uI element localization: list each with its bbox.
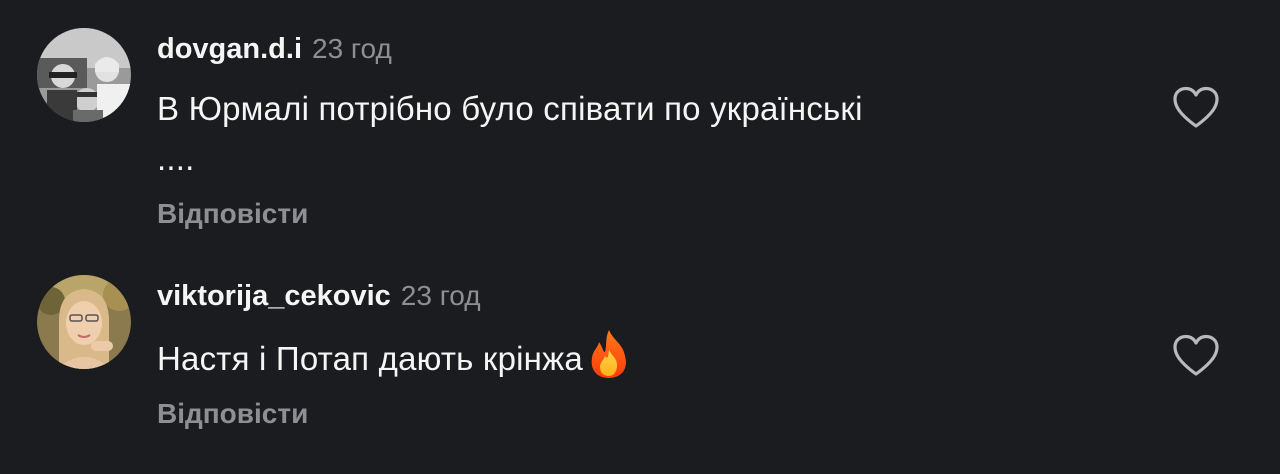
avatar-photo-woman — [37, 275, 131, 369]
like-button[interactable] — [1172, 334, 1220, 378]
avatar-photo-group — [37, 28, 131, 122]
comment-text-line: .... — [157, 140, 195, 177]
reply-button[interactable]: Відповісти — [157, 198, 308, 230]
heart-outline-icon — [1173, 86, 1219, 128]
comment-timestamp: 23 год — [400, 280, 481, 311]
username-link[interactable]: viktorija_cekovic — [157, 280, 391, 312]
fire-icon — [591, 330, 626, 378]
comment-text-line: Настя і Потап дають крінжа — [157, 340, 583, 377]
comments-list: dovgan.d.i 23 год В Юрмалі потрібно було … — [0, 0, 1280, 474]
comment-timestamp: 23 год — [312, 33, 392, 64]
username-link[interactable]: dovgan.d.i — [157, 33, 302, 65]
like-button[interactable] — [1172, 86, 1220, 130]
comment-text: В Юрмалі потрібно було співати по україн… — [157, 80, 1127, 188]
reply-button[interactable]: Відповісти — [157, 398, 308, 430]
avatar[interactable] — [37, 28, 131, 122]
comment-item: viktorija_cekovic 23 год Настя і Потап да… — [0, 250, 1280, 474]
heart-outline-icon — [1173, 334, 1219, 376]
comment-text: Настя і Потап дають крінжа — [157, 328, 1127, 388]
comment-meta: viktorija_cekovic 23 год — [157, 278, 481, 314]
avatar[interactable] — [37, 275, 131, 369]
comment-item: dovgan.d.i 23 год В Юрмалі потрібно було … — [0, 0, 1280, 250]
comment-meta: dovgan.d.i 23 год — [157, 31, 392, 67]
